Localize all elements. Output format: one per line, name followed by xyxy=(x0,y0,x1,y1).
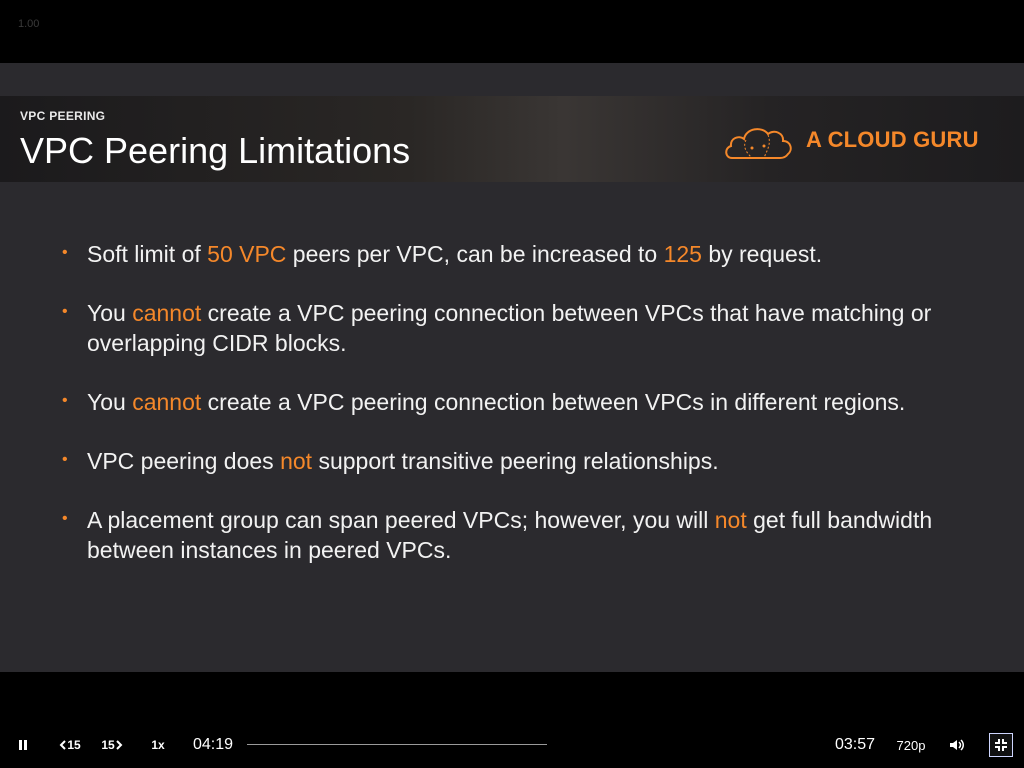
bullet-text: You xyxy=(87,389,133,415)
slide-title: VPC Peering Limitations xyxy=(20,130,411,171)
exit-fullscreen-icon xyxy=(995,739,1007,751)
rewind-15-icon xyxy=(59,740,67,750)
exit-fullscreen-button[interactable] xyxy=(989,733,1013,757)
highlighted-text: not xyxy=(280,448,313,474)
current-time: 04:19 xyxy=(193,736,234,753)
forward-label: 15 xyxy=(101,738,115,752)
player-controls: 15 15 1x 04:19 03:57 720p xyxy=(0,722,1024,768)
forward-15-icon xyxy=(115,740,123,750)
highlighted-text: not xyxy=(714,507,747,533)
bullet-item: You cannot create a VPC peering connecti… xyxy=(60,386,940,417)
a-cloud-guru-logo: A CLOUD GURU xyxy=(722,118,997,166)
rewind-15-button[interactable]: 15 xyxy=(55,722,85,768)
bullet-text: Soft limit of xyxy=(87,241,208,267)
highlighted-text: cannot xyxy=(132,389,202,415)
bullet-item: A placement group can span peered VPCs; … xyxy=(60,504,940,565)
slide: VPC PEERING VPC Peering Limitations A CL… xyxy=(0,63,1024,672)
remaining-time: 03:57 xyxy=(835,736,876,753)
section-label: VPC PEERING xyxy=(20,109,106,123)
bullet-text: create a VPC peering connection between … xyxy=(201,389,906,415)
forward-15-button[interactable]: 15 xyxy=(97,722,127,768)
bullet-text: A placement group can span peered VPCs; … xyxy=(87,507,715,533)
volume-icon xyxy=(950,739,964,751)
bullet-item: VPC peering does not support transitive … xyxy=(60,445,940,476)
highlighted-text: 125 xyxy=(663,241,702,267)
zoom-readout: 1.00 xyxy=(18,18,40,30)
pause-button[interactable] xyxy=(10,722,36,768)
cloud-logo-icon xyxy=(725,128,792,159)
highlighted-text: cannot xyxy=(132,300,202,326)
bullet-item: You cannot create a VPC peering connecti… xyxy=(60,297,940,358)
highlighted-text: 50 VPC xyxy=(207,241,287,267)
bullet-item: Soft limit of 50 VPC peers per VPC, can … xyxy=(60,238,940,269)
bullet-list: Soft limit of 50 VPC peers per VPC, can … xyxy=(60,238,940,594)
bullet-text: peers per VPC, can be increased to xyxy=(286,241,664,267)
playback-speed-button[interactable]: 1x xyxy=(143,722,173,768)
bullet-text: by request. xyxy=(701,241,823,267)
volume-button[interactable] xyxy=(944,722,970,768)
logo-text: A CLOUD GURU xyxy=(806,127,979,152)
pause-icon xyxy=(19,740,27,750)
progress-bar[interactable] xyxy=(247,744,547,745)
bullet-text: create a VPC peering connection between … xyxy=(87,300,932,356)
bullet-text: You xyxy=(87,300,133,326)
quality-button[interactable]: 720p xyxy=(893,722,929,768)
bullet-text: VPC peering does xyxy=(87,448,281,474)
slide-header: VPC PEERING VPC Peering Limitations A CL… xyxy=(0,96,1024,182)
bullet-text: support transitive peering relationships… xyxy=(312,448,719,474)
rewind-label: 15 xyxy=(67,738,81,752)
